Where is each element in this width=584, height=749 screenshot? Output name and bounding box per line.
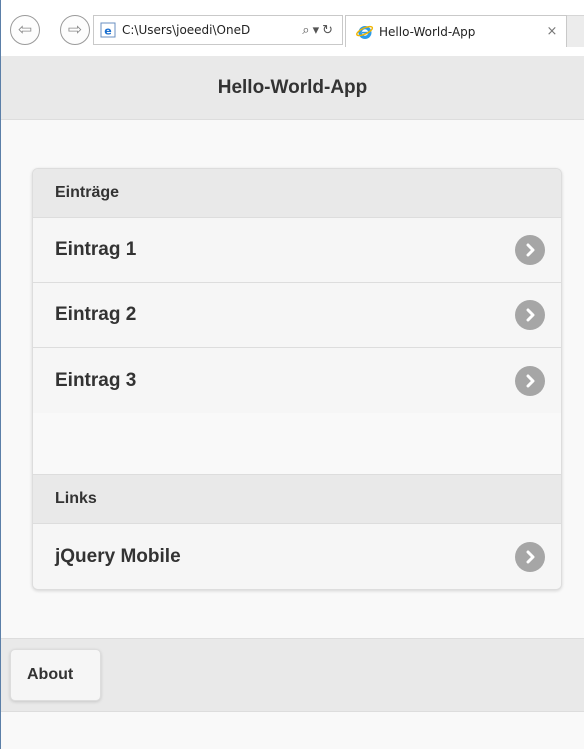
list-item-label: jQuery Mobile [55, 545, 181, 567]
back-arrow-icon: ⇦ [17, 20, 33, 40]
list-divider-links: Links [33, 475, 561, 524]
about-button[interactable]: About [10, 649, 101, 701]
refresh-icon[interactable]: ↻ [322, 23, 336, 38]
list-item-label: Eintrag 2 [55, 304, 137, 325]
list-divider-entries: Einträge [33, 169, 561, 218]
tab-title: Hello-World-App [379, 24, 476, 39]
chevron-right-icon [515, 541, 545, 572]
list-spacer [33, 413, 561, 475]
listview: Einträge Eintrag 1 Eintrag 2 Eintrag 3 L… [32, 168, 562, 590]
browser-chrome: ⇦ ⇨ e C:\Users\joeedi\OneD ⌕▾↻ Hello-Wor… [0, 0, 584, 56]
app-header: Hello-World-App [1, 56, 584, 120]
chevron-right-icon [515, 365, 545, 396]
list-item-label: Eintrag 1 [55, 239, 137, 260]
address-text[interactable]: C:\Users\joeedi\OneD [122, 23, 298, 37]
list-item-eintrag-3[interactable]: Eintrag 3 [33, 348, 561, 413]
address-bar[interactable]: e C:\Users\joeedi\OneD ⌕▾↻ [93, 15, 343, 45]
browser-tab[interactable]: Hello-World-App × [345, 15, 567, 47]
page-viewport: Hello-World-App Einträge Eintrag 1 Eintr… [0, 56, 584, 749]
search-icon[interactable]: ⌕ [302, 23, 312, 38]
list-item-label: Eintrag 3 [55, 369, 137, 391]
list-item-jquery-mobile[interactable]: jQuery Mobile [33, 524, 561, 589]
back-button[interactable]: ⇦ [10, 15, 40, 45]
chevron-right-icon [515, 235, 545, 265]
new-tab-area[interactable] [567, 15, 584, 47]
svg-text:e: e [104, 25, 111, 38]
forward-arrow-icon: ⇨ [67, 20, 83, 40]
chevron-down-icon[interactable]: ▾ [313, 23, 323, 38]
page-title: Hello-World-App [217, 76, 368, 98]
tab-close-button[interactable]: × [538, 24, 566, 39]
chevron-right-icon [515, 300, 545, 330]
list-item-eintrag-1[interactable]: Eintrag 1 [33, 218, 561, 283]
app-footer: About [1, 638, 584, 712]
list-item-eintrag-2[interactable]: Eintrag 2 [33, 283, 561, 348]
ie-page-icon: e [99, 21, 117, 39]
address-tools: ⌕▾↻ [298, 23, 342, 38]
ie-logo-icon [356, 23, 374, 41]
forward-button[interactable]: ⇨ [60, 15, 90, 45]
